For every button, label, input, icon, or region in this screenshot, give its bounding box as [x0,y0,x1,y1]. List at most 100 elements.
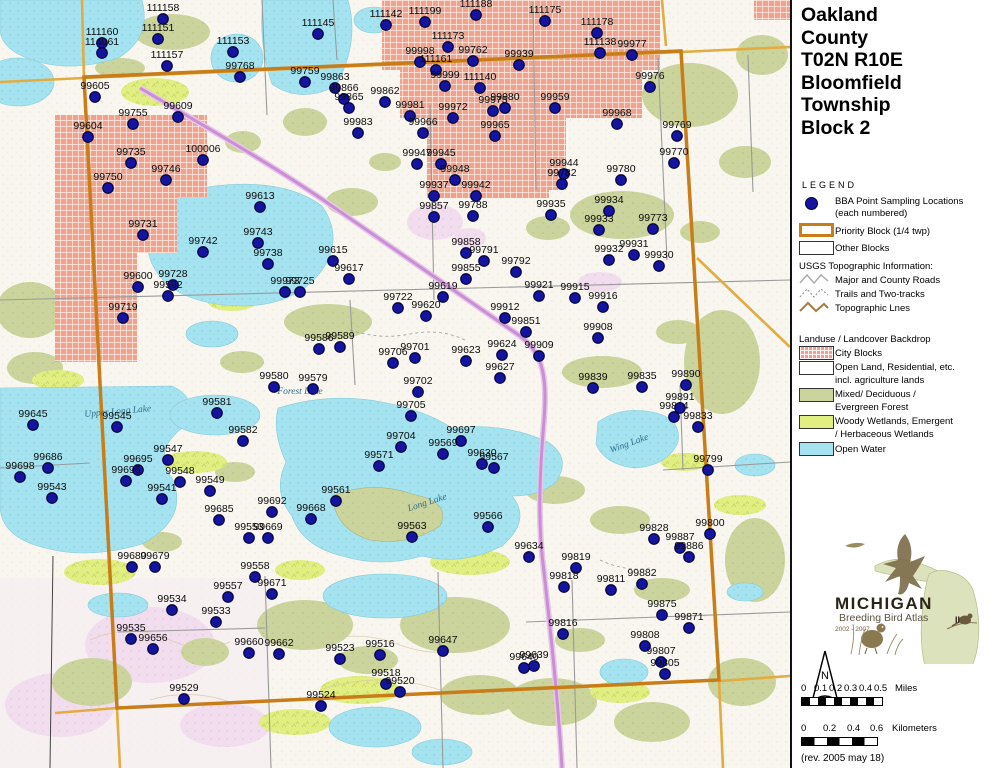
sampling-point-label: 99589 [325,330,354,342]
legend-openland-label: Open Land, Residential, etc. [835,362,955,373]
sampling-point-label: 99921 [524,279,553,291]
sampling-point-label: 99634 [514,540,543,552]
title-line: Township [801,94,903,117]
sampling-point [244,648,255,659]
sampling-point-label: 111199 [409,5,442,17]
sampling-point [657,610,668,621]
km-tick: 0.6 [870,723,883,734]
sampling-point-label: 99915 [560,281,589,293]
sampling-point-label: 111157 [151,49,184,61]
sampling-point-label: 99704 [386,430,415,442]
sampling-point [598,302,609,313]
km-tick: 0.4 [847,723,860,734]
sampling-point-label: 99692 [257,495,286,507]
sampling-point [380,97,391,108]
sampling-point [198,155,209,166]
sampling-point [488,106,499,117]
sampling-point-label: 111175 [529,4,562,16]
sidebar: Oakland County T02N R10E Bloomfield Town… [790,0,1000,768]
logo-name: MICHIGAN [835,594,933,613]
sampling-point-label: 99579 [298,372,327,384]
sampling-point [570,293,581,304]
sampling-point [588,383,599,394]
sampling-point-label: 99605 [80,80,109,92]
sampling-point-label: 99696 [111,464,140,476]
sampling-point [127,562,138,573]
sampling-point-label: 99808 [630,629,659,641]
sampling-point-label: 99571 [364,449,393,461]
sampling-point-label: 99529 [169,682,198,694]
sampling-point-label: 99533 [201,605,230,617]
sampling-point [534,291,545,302]
sampling-point [306,514,317,525]
legend-trails-label: Trails and Two-tracks [835,289,925,300]
sampling-point [244,533,255,544]
sampling-point-label: 99561 [321,484,350,496]
sampling-point-label: 99833 [683,410,712,422]
sampling-point [500,313,511,324]
sampling-point-label: 99549 [195,474,224,486]
sampling-point-label: 99679 [140,550,169,562]
sampling-point [529,661,540,672]
sampling-point [448,113,459,124]
sampling-point-label: 99548 [165,465,194,477]
sampling-point-label: 99523 [325,642,354,654]
sampling-point [500,103,511,114]
sampling-point-label: 111178 [581,16,614,28]
km-tick: 0 [801,723,806,734]
sampling-point-label: 111151 [142,22,175,34]
sampling-point [672,131,683,142]
sampling-point-label: 99742 [188,235,217,247]
sampling-point [540,16,551,27]
miles-tick: 0.4 [859,683,872,694]
sampling-point-label: 99981 [395,99,424,111]
sampling-point [418,128,429,139]
sampling-point [388,358,399,369]
sampling-point [524,552,535,563]
legend-forest-label2: Evergreen Forest [835,402,908,413]
sampling-point [212,408,223,419]
sampling-point [161,175,172,186]
sampling-point [660,669,671,680]
legend-bba-label: BBA Point Sampling Locations [835,196,963,207]
sampling-point [162,61,173,72]
sampling-point-label: 99719 [108,301,137,313]
sampling-point [521,327,532,338]
sampling-point [267,507,278,518]
sampling-point-label: 99755 [118,107,147,119]
wetland-legend-icon [799,415,834,429]
sampling-point-label: 99768 [225,60,254,72]
sampling-point-label: 99828 [639,522,668,534]
sampling-point-label: 99800 [695,517,724,529]
sampling-point-label: 99959 [540,91,569,103]
sampling-point-label: 99567 [479,451,508,463]
sampling-point [300,77,311,88]
sampling-point [461,274,472,285]
sampling-point [179,694,190,705]
sampling-point [344,274,355,285]
sampling-point [497,350,508,361]
open-land-legend-icon [799,361,834,375]
sampling-point [440,81,451,92]
sampling-point-label: 99807 [646,645,675,657]
sampling-point [461,356,472,367]
sampling-point-label: 111145 [302,17,335,29]
north-label: N [821,670,829,682]
sampling-point [274,649,285,660]
sampling-point [118,313,129,324]
sampling-point [645,82,656,93]
sampling-point-label: 99746 [151,163,180,175]
sampling-point-label: 111158 [147,2,180,14]
sampling-point [546,210,557,221]
sampling-point [406,411,417,422]
sampling-point [616,175,627,186]
sampling-point-label: 99773 [638,212,667,224]
sampling-point [43,463,54,474]
miles-unit: Miles [895,683,917,694]
sampling-point [335,342,346,353]
sampling-point [490,131,501,142]
sampling-point-label: 99639 [519,649,548,661]
map-canvas: Forest LakeLong LakeWing LakeUpper Long … [0,0,790,768]
sampling-point [703,465,714,476]
km-scalebar [801,737,878,746]
